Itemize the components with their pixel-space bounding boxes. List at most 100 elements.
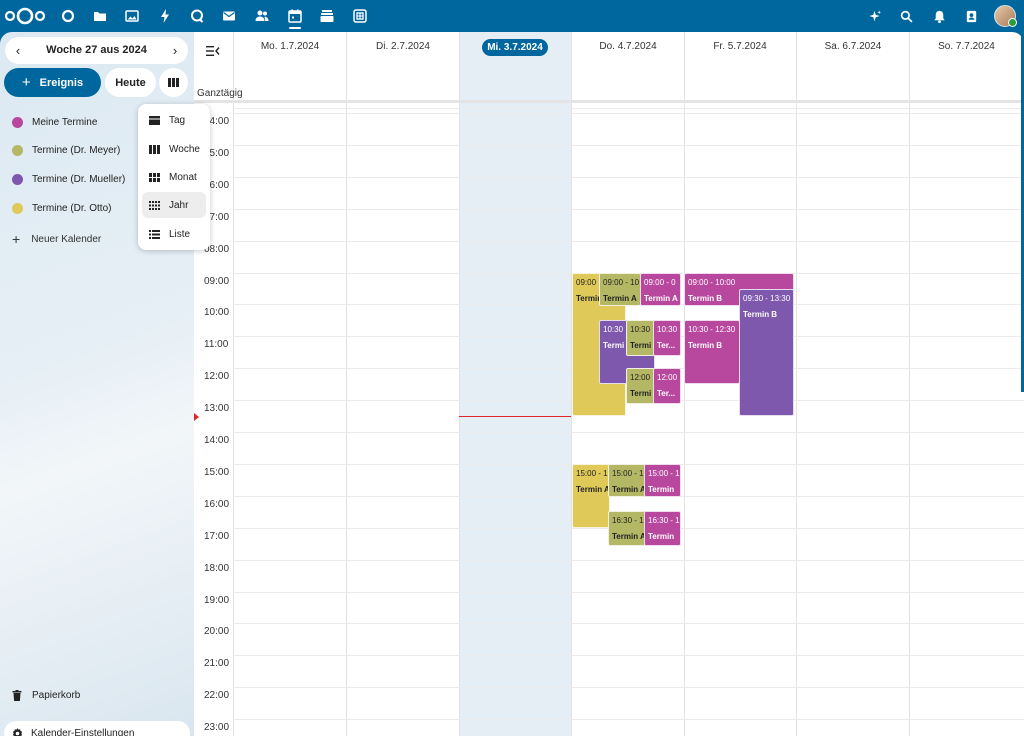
event-block[interactable]: 12:00 Termi: [626, 368, 655, 404]
event-title: Termin B: [743, 309, 778, 319]
event-time: 16:30 - 1: [648, 516, 680, 525]
event-block[interactable]: 10:30 - 12:30 Termin B: [684, 320, 740, 384]
calendar-label: Termine (Dr. Meyer): [32, 144, 121, 156]
contacts-group-icon[interactable]: [252, 6, 272, 26]
day-header-mo[interactable]: Mo. 1.7.2024: [234, 41, 346, 52]
calendar-item-meine-termine[interactable]: Meine Termine: [12, 114, 97, 130]
calendar-color-dot: [12, 116, 23, 128]
time-label: 14:00: [204, 435, 230, 446]
new-event-button[interactable]: + Ereignis: [4, 68, 101, 97]
day-header-mi[interactable]: Mi. 3.7.2024: [459, 39, 571, 56]
day-header-fr[interactable]: Fr. 5.7.2024: [684, 41, 796, 52]
time-label: 22:00: [204, 690, 230, 701]
time-label: 16:00: [204, 499, 230, 510]
event-time: 15:00 - 1: [648, 469, 680, 478]
today-column-highlight: [459, 32, 571, 736]
calendar-item-dr-otto[interactable]: Termine (Dr. Otto): [12, 200, 111, 216]
search-icon[interactable]: [896, 6, 916, 26]
event-title: Termin B: [688, 340, 723, 350]
day-header-di[interactable]: Di. 2.7.2024: [347, 41, 459, 52]
calendar-item-dr-meyer[interactable]: Termine (Dr. Meyer): [12, 142, 120, 158]
toggle-sidebar-icon[interactable]: [206, 45, 220, 57]
event-title: Ter...: [657, 340, 676, 350]
activity-icon[interactable]: [155, 6, 175, 26]
chevron-right-icon[interactable]: ›: [162, 37, 188, 64]
event-block[interactable]: 10:30 Termi: [626, 320, 655, 356]
event-time: 09:30 - 13:30: [743, 294, 791, 303]
trash-label: Papierkorb: [32, 690, 81, 701]
calendar-week-grid: Mo. 1.7.2024 Di. 2.7.2024 Mi. 3.7.2024 D…: [194, 32, 1024, 736]
grid-line: [684, 32, 685, 736]
list-view-icon: [149, 229, 160, 239]
hour-row-line: [234, 655, 1024, 656]
assistant-sparkle-icon[interactable]: [864, 6, 884, 26]
mail-icon[interactable]: [219, 6, 239, 26]
event-block[interactable]: 09:30 - 13:30 Termin B: [739, 289, 794, 416]
grid-line: [233, 32, 234, 736]
nextcloud-logo-icon[interactable]: [4, 6, 46, 26]
settings-label: Kalender-Einstellungen: [31, 727, 135, 736]
time-label: 21:00: [204, 658, 230, 669]
today-button[interactable]: Heute: [105, 68, 156, 97]
hour-row-line: [234, 592, 1024, 593]
week-label[interactable]: Woche 27 aus 2024: [31, 44, 162, 56]
event-block[interactable]: 15:00 - 1 Termin: [644, 464, 681, 497]
time-label: 11:00: [204, 339, 229, 350]
calendar-app-icon[interactable]: [285, 6, 305, 26]
deck-icon[interactable]: [317, 6, 337, 26]
view-menu-item-monat[interactable]: Monat: [142, 164, 206, 190]
new-calendar-label: Neuer Kalender: [31, 233, 102, 245]
day-header-so[interactable]: So. 7.7.2024: [909, 41, 1024, 52]
event-block[interactable]: 09:00 - 10 Termin A: [599, 273, 641, 306]
event-block[interactable]: 12:00 Ter...: [653, 368, 681, 404]
event-block[interactable]: 16:30 - 1 Termin: [644, 511, 681, 546]
event-title: Termin A: [576, 484, 610, 494]
event-title: Ter...: [657, 388, 676, 398]
time-label: 09:00: [204, 276, 230, 287]
event-block[interactable]: 15:00 - 1 Termin A: [572, 464, 610, 528]
day-header-do[interactable]: Do. 4.7.2024: [572, 41, 684, 52]
grid-line: [796, 32, 797, 736]
month-view-icon: [149, 172, 160, 182]
day-view-icon: [149, 115, 160, 125]
tables-icon[interactable]: [350, 6, 370, 26]
view-menu-item-tag[interactable]: Tag: [142, 107, 206, 133]
chevron-left-icon[interactable]: ‹: [5, 37, 31, 64]
contacts-menu-icon[interactable]: [961, 6, 981, 26]
event-block[interactable]: 10:30 Ter...: [653, 320, 681, 356]
time-label: 18:00: [204, 563, 230, 574]
talk-icon[interactable]: [187, 6, 207, 26]
notifications-bell-icon[interactable]: [929, 6, 949, 26]
dashboard-icon[interactable]: [58, 6, 78, 26]
event-time: 09:00 - 10: [603, 278, 640, 287]
event-block[interactable]: 16:30 - 1 Termin A: [608, 511, 646, 546]
view-menu-label: Woche: [169, 143, 200, 155]
view-menu-item-liste[interactable]: Liste: [142, 221, 206, 247]
trash-button[interactable]: Papierkorb: [12, 690, 80, 701]
event-block[interactable]: 09:00 - 0 Termin A: [640, 273, 681, 306]
view-menu-item-jahr[interactable]: Jahr: [142, 192, 206, 218]
calendar-color-dot: [12, 144, 23, 156]
view-menu-label: Liste: [169, 228, 191, 240]
time-label: 13:00: [204, 403, 230, 414]
view-menu-item-woche[interactable]: Woche: [142, 136, 206, 162]
event-time: 10:30: [657, 325, 678, 334]
files-icon[interactable]: [90, 6, 110, 26]
current-time-marker: [194, 413, 199, 421]
time-label: 10:00: [204, 307, 230, 318]
event-time: 10:30: [630, 325, 651, 334]
event-title: Termin: [648, 484, 675, 494]
current-time-line: [459, 416, 571, 417]
event-block[interactable]: 15:00 - 1 Termin A: [608, 464, 646, 497]
view-switch-button[interactable]: [159, 68, 188, 97]
year-view-icon: [149, 200, 160, 210]
day-header-sa[interactable]: Sa. 6.7.2024: [797, 41, 909, 52]
view-menu-label: Monat: [169, 171, 197, 183]
new-calendar-button[interactable]: + Neuer Kalender: [12, 231, 101, 247]
event-time: 15:00 - 1: [576, 469, 608, 478]
view-menu-label: Jahr: [169, 199, 189, 211]
calendar-settings-button[interactable]: Kalender-Einstellungen: [4, 721, 190, 736]
calendar-item-dr-mueller[interactable]: Termine (Dr. Mueller): [12, 171, 125, 187]
photos-icon[interactable]: [122, 6, 142, 26]
event-time: 12:00: [630, 373, 651, 382]
